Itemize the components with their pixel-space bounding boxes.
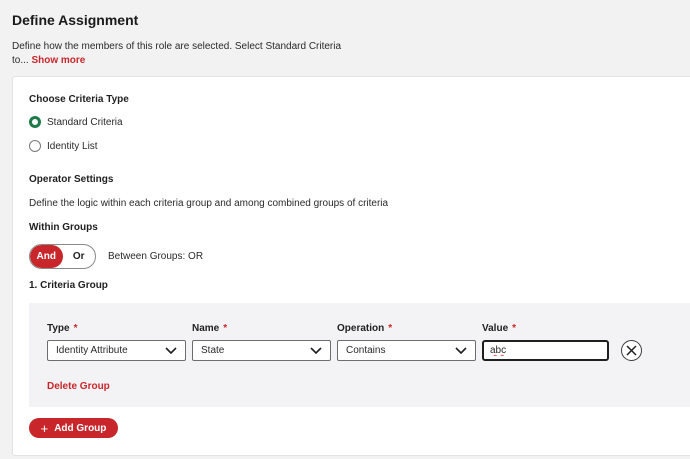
criteria-group-panel: Type * Name * Operation * Value * Identity A… <box>29 303 690 407</box>
required-mark: * <box>388 323 393 334</box>
type-select-value: Identity Attribute <box>56 345 128 356</box>
chevron-down-icon <box>165 346 177 354</box>
type-label-text: Type <box>47 323 70 334</box>
value-label-text: Value <box>482 323 509 334</box>
add-group-label: Add Group <box>54 422 107 434</box>
page-title: Define Assignment <box>12 12 139 28</box>
value-input[interactable] <box>482 340 609 361</box>
radio-identity-list[interactable]: Identity List <box>29 140 98 152</box>
type-field-label: Type * <box>47 323 78 334</box>
required-mark: * <box>223 323 228 334</box>
clear-value-button[interactable] <box>621 340 642 361</box>
close-icon <box>626 345 637 356</box>
radio-standard-criteria-label: Standard Criteria <box>47 116 123 128</box>
delete-group-link[interactable]: Delete Group <box>47 381 110 392</box>
operator-settings-description: Define the logic within each criteria gr… <box>29 198 389 209</box>
criteria-group-title: 1. Criteria Group <box>29 280 108 291</box>
name-label-text: Name <box>192 323 220 334</box>
chevron-down-icon <box>310 346 322 354</box>
operation-select[interactable]: Contains <box>337 340 476 361</box>
operation-label-text: Operation <box>337 323 385 334</box>
operator-settings-label: Operator Settings <box>29 174 114 185</box>
within-groups-label: Within Groups <box>29 222 98 233</box>
chevron-down-icon <box>455 346 467 354</box>
toggle-and-option[interactable]: And <box>30 245 63 268</box>
operation-select-value: Contains <box>346 345 386 356</box>
radio-checked-icon[interactable] <box>29 116 41 128</box>
page-description: Define how the members of this role are … <box>12 40 352 68</box>
required-mark: * <box>73 323 78 334</box>
assignment-card: Choose Criteria Type Standard Criteria I… <box>12 76 690 456</box>
name-field-label: Name * <box>192 323 227 334</box>
value-field-label: Value * <box>482 323 516 334</box>
toggle-or-option[interactable]: Or <box>63 245 96 268</box>
within-groups-toggle: And Or <box>29 244 96 269</box>
plus-icon: + <box>40 420 49 436</box>
between-groups-text: Between Groups: OR <box>108 251 204 262</box>
show-more-link[interactable]: Show more <box>31 55 85 66</box>
type-select[interactable]: Identity Attribute <box>47 340 186 361</box>
add-group-button[interactable]: + Add Group <box>29 418 118 438</box>
radio-identity-list-label: Identity List <box>47 140 98 152</box>
radio-standard-criteria[interactable]: Standard Criteria <box>29 116 123 128</box>
criteria-type-label: Choose Criteria Type <box>29 94 129 105</box>
radio-unchecked-icon[interactable] <box>29 140 41 152</box>
operation-field-label: Operation * <box>337 323 392 334</box>
name-select[interactable]: State <box>192 340 331 361</box>
required-mark: * <box>512 323 517 334</box>
name-select-value: State <box>201 345 225 356</box>
